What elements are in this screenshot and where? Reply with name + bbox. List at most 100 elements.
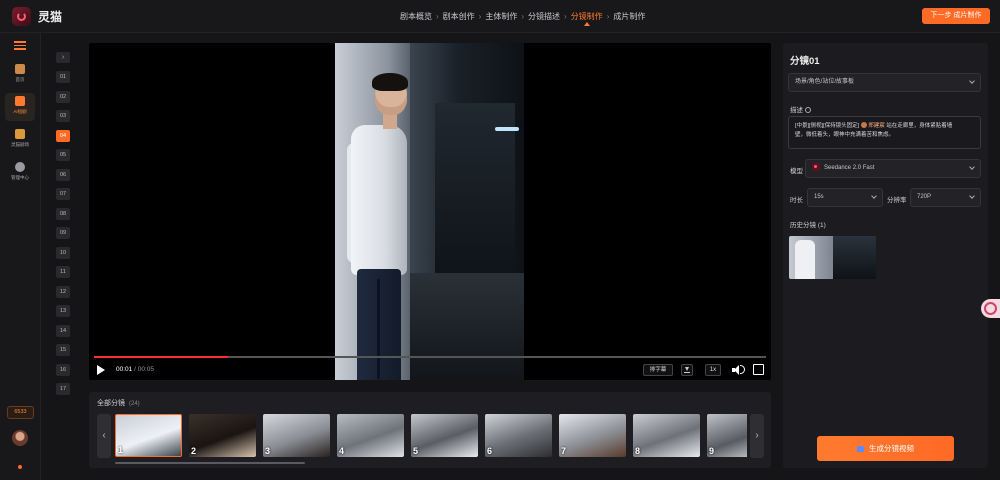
gear-icon <box>15 162 25 172</box>
left-nav: 首页 AI短剧 灵猫剧场 管理中心 6533 <box>0 33 41 480</box>
credits-badge[interactable]: 6533 <box>7 406 34 419</box>
model-logo-icon <box>812 163 820 172</box>
shot-number-item[interactable]: 12 <box>56 285 70 298</box>
shot-thumbnail[interactable]: 4 <box>337 414 404 457</box>
history-shot-thumbnail[interactable] <box>789 236 876 279</box>
chevron-down-icon <box>969 164 975 170</box>
nav-item-label: 灵猫剧场 <box>11 142 29 147</box>
shot-number-item[interactable]: 03 <box>56 110 70 122</box>
thumbnail-number: 6 <box>487 446 493 456</box>
resolution-label: 分辨率 <box>887 197 907 204</box>
step-script-overview[interactable]: 剧本概览 <box>400 11 432 22</box>
shot-number-item[interactable]: 16 <box>56 363 70 376</box>
main-area: 00:01 / 00:05 排字幕 1x 全部分镜 (24) ‹ 1 2 3 4 5 6 7 8… <box>89 43 771 468</box>
shot-number-item[interactable]: 15 <box>56 344 70 356</box>
filmstrip-title: 全部分镜 (24) <box>97 400 140 407</box>
fullscreen-icon[interactable] <box>753 364 764 375</box>
filmstrip: 全部分镜 (24) ‹ 1 2 3 4 5 6 7 8 9 › <box>89 392 771 468</box>
player-controls: 00:01 / 00:05 排字幕 1x <box>89 361 771 380</box>
nav-item-label: 首页 <box>15 77 25 82</box>
chevron-right-icon: › <box>564 12 567 21</box>
chevron-right-icon: › <box>436 12 439 21</box>
nav-item-management[interactable]: 管理中心 <box>5 159 35 187</box>
thumbnail-number: 9 <box>709 446 715 456</box>
assistant-float-icon[interactable] <box>981 299 1000 318</box>
description-field[interactable]: [中景][侧视][保持镜头固定] 郑建宸 站在走廊里，身体紧贴着墙 壁，微低着头… <box>788 116 981 149</box>
shot-thumbnail[interactable]: 5 <box>411 414 478 457</box>
step-subject[interactable]: 主体制作 <box>485 11 517 22</box>
subtitle-button[interactable]: 排字幕 <box>643 364 673 376</box>
avatar[interactable] <box>12 430 28 446</box>
menu-toggle-icon[interactable] <box>14 41 26 50</box>
play-icon[interactable] <box>97 365 105 375</box>
chevron-down-icon <box>871 193 877 199</box>
shot-number-item[interactable]: 02 <box>56 90 70 103</box>
chevron-right-icon[interactable]: › <box>750 414 764 458</box>
shot-thumbnail[interactable]: 1 <box>115 414 182 457</box>
speed-button[interactable]: 1x <box>705 364 721 376</box>
shot-number-item[interactable]: 08 <box>56 207 70 220</box>
nav-item-theater[interactable]: 灵猫剧场 <box>5 126 35 154</box>
scene-select[interactable]: 场景/角色/站位/故事板 <box>788 73 981 92</box>
shot-thumbnail[interactable]: 8 <box>633 414 700 457</box>
progress-bar[interactable] <box>94 356 766 358</box>
chevron-right-icon: › <box>521 12 525 21</box>
shot-number-item[interactable]: 01 <box>56 71 70 83</box>
shot-thumbnail[interactable]: 9 <box>707 414 747 457</box>
video-frame <box>335 43 524 380</box>
video-player[interactable]: 00:01 / 00:05 排字幕 1x <box>89 43 771 380</box>
next-step-button[interactable]: 下一步 成片制作 <box>922 8 990 24</box>
clapper-icon <box>15 96 25 106</box>
thumbnail-number: 2 <box>191 446 197 456</box>
workflow-steps: 剧本概览 › 剧本创作 › 主体制作 › 分镜描述 › 分镜制作 › 成片制作 <box>400 11 645 26</box>
chevron-right-icon: › <box>606 12 610 21</box>
shot-number-item[interactable]: 11 <box>56 266 70 278</box>
app-root: 灵猫 剧本概览 › 剧本创作 › 主体制作 › 分镜描述 › 分镜制作 › 成片… <box>0 0 1000 480</box>
shot-thumbnail[interactable]: 3 <box>263 414 330 457</box>
filmstrip-scrollbar[interactable] <box>115 462 305 464</box>
description-label: 描述 <box>790 104 811 114</box>
shot-number-item[interactable]: 17 <box>56 383 70 395</box>
shot-thumbnail[interactable]: 2 <box>189 414 256 457</box>
shot-number-item[interactable]: 09 <box>56 227 70 239</box>
shot-number-list: › 01 02 03 04 05 06 07 08 09 10 11 12 13 14 15 16 17 <box>56 52 72 403</box>
step-script-writing[interactable]: 剧本创作 <box>443 11 475 22</box>
shot-number-item[interactable]: 05 <box>56 149 70 161</box>
shot-number-item[interactable]: 04 <box>56 129 70 142</box>
shot-settings-panel: 分镜01 场景/角色/站位/故事板 描述 [中景][侧视][保持镜头固定] 郑建… <box>783 43 988 468</box>
time-display: 00:01 / 00:05 <box>116 366 154 373</box>
shot-number-item[interactable]: 07 <box>56 188 70 200</box>
volume-wave-icon <box>740 365 745 374</box>
generate-video-button[interactable]: 生成分镜视频 <box>817 436 954 461</box>
shot-number-item[interactable]: 10 <box>56 246 70 259</box>
nav-item-label: 管理中心 <box>11 175 29 180</box>
progress-fill <box>94 356 229 358</box>
duration-label: 时长 <box>790 197 803 204</box>
thumbnail-row: 1 2 3 4 5 6 7 8 9 <box>115 413 747 459</box>
shot-thumbnail[interactable]: 7 <box>559 414 626 457</box>
step-storyboard-make[interactable]: 分镜制作 <box>571 11 603 26</box>
model-select[interactable]: Seedance 2.0 Fast <box>805 159 981 178</box>
cat-icon <box>15 129 25 139</box>
download-icon[interactable] <box>681 364 693 376</box>
video-icon <box>857 446 864 452</box>
shot-thumbnail[interactable]: 6 <box>485 414 552 457</box>
model-label: 模型 <box>790 168 803 175</box>
duration-select[interactable]: 15s <box>807 188 883 207</box>
nav-item-home[interactable]: 首页 <box>5 61 35 89</box>
top-bar: 灵猫 剧本概览 › 剧本创作 › 主体制作 › 分镜描述 › 分镜制作 › 成片… <box>0 0 1000 33</box>
step-final-cut[interactable]: 成片制作 <box>613 11 645 22</box>
step-storyboard-desc[interactable]: 分镜描述 <box>528 11 560 22</box>
nav-item-ai-drama[interactable]: AI短剧 <box>5 93 35 121</box>
app-logo-icon <box>12 7 31 26</box>
info-icon <box>804 107 811 113</box>
home-icon <box>15 64 25 74</box>
shot-number-item[interactable]: 13 <box>56 305 70 317</box>
shot-number-item[interactable]: 06 <box>56 168 70 181</box>
shot-number-item[interactable]: 14 <box>56 324 70 337</box>
thumbnail-number: 7 <box>561 446 567 456</box>
expand-list-icon[interactable]: › <box>56 52 70 63</box>
chevron-right-icon: › <box>478 12 482 21</box>
chevron-left-icon[interactable]: ‹ <box>97 414 111 458</box>
resolution-select[interactable]: 720P <box>910 188 981 207</box>
